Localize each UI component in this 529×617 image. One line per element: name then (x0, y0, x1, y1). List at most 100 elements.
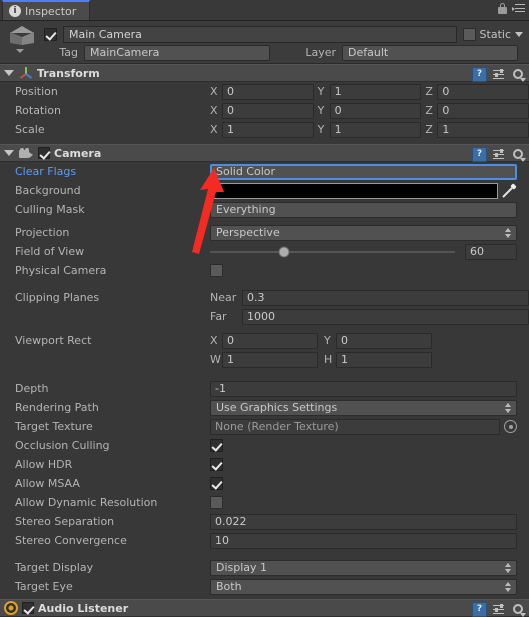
axis-label-y: Y (317, 123, 325, 136)
property-row-depth: Depth -1 (0, 379, 529, 398)
viewport-w-label: W (210, 353, 221, 366)
layer-dropdown[interactable]: Default (342, 44, 518, 61)
property-row-rotation: Rotation X 0 Y 0 Z 0 (0, 101, 529, 120)
audio-listener-enabled-checkbox[interactable] (22, 602, 34, 614)
stereo-convergence-input[interactable]: 10 (210, 532, 517, 549)
target-display-value: Display 1 (216, 561, 268, 574)
position-x-input[interactable]: 0 (222, 83, 314, 100)
axis-label-z: Z (425, 123, 433, 136)
lock-icon[interactable] (498, 3, 507, 14)
inspector-tab-bar: i Inspector (0, 0, 529, 21)
clipping-near-label: Near (210, 291, 237, 304)
camera-enabled-checkbox[interactable] (38, 147, 50, 159)
field-of-view-slider-handle[interactable] (278, 246, 289, 257)
allow-dynamic-resolution-checkbox[interactable] (210, 496, 223, 509)
stereo-separation-input[interactable]: 0.022 (210, 513, 517, 530)
gear-icon[interactable] (512, 603, 526, 617)
preset-icon[interactable] (493, 68, 506, 81)
inspector-panel: i Inspector Main Camera Static Tag MainC… (0, 0, 529, 617)
physical-camera-checkbox[interactable] (210, 264, 223, 277)
clear-flags-dropdown[interactable]: Solid Color (210, 163, 517, 180)
property-row-stereo-separation: Stereo Separation 0.022 (0, 512, 529, 531)
viewport-w-input[interactable]: 1 (222, 351, 318, 368)
static-checkbox[interactable] (462, 27, 476, 41)
rendering-path-dropdown[interactable]: Use Graphics Settings (210, 399, 517, 416)
allow-hdr-checkbox[interactable] (210, 458, 223, 471)
property-label-background: Background (15, 184, 81, 197)
hamburger-menu-icon[interactable] (512, 3, 525, 14)
clipping-far-input[interactable]: 1000 (242, 308, 529, 325)
axis-label-z: Z (425, 85, 433, 98)
property-label-target-texture: Target Texture (15, 420, 93, 433)
clipping-far-label: Far (210, 310, 227, 323)
depth-input[interactable]: -1 (210, 380, 517, 397)
viewport-y-input[interactable]: 0 (336, 332, 432, 349)
property-label-allow-hdr: Allow HDR (15, 458, 73, 471)
rotation-z-input[interactable]: 0 (437, 102, 529, 119)
foldout-camera-icon[interactable] (4, 150, 14, 156)
position-z-input[interactable]: 0 (437, 83, 529, 100)
tag-dropdown[interactable]: MainCamera (84, 44, 270, 61)
viewport-x-input[interactable]: 0 (222, 332, 318, 349)
property-row-clipping-near: Clipping Planes Near 0.3 (0, 288, 529, 307)
component-header-transform[interactable]: Transform ? (0, 64, 529, 82)
axis-label-y: Y (317, 85, 325, 98)
occlusion-culling-checkbox[interactable] (210, 439, 223, 452)
field-of-view-slider[interactable] (210, 246, 460, 257)
gear-icon[interactable] (512, 68, 526, 82)
clipping-near-input[interactable]: 0.3 (242, 289, 529, 306)
background-color-swatch[interactable] (210, 182, 498, 199)
preset-icon[interactable] (493, 148, 506, 161)
property-label-target-display: Target Display (15, 561, 94, 574)
property-row-allow-hdr: Allow HDR (0, 455, 529, 474)
scale-z-input[interactable]: 1 (437, 121, 529, 138)
tag-label: Tag (59, 46, 78, 59)
viewport-h-input[interactable]: 1 (336, 351, 432, 368)
help-icon[interactable]: ? (472, 147, 487, 162)
component-header-audio-listener[interactable]: Audio Listener ? (0, 599, 529, 617)
component-title-transform: Transform (37, 66, 100, 80)
gameobject-enabled-checkbox[interactable] (44, 27, 57, 41)
tab-bar-controls (498, 3, 525, 14)
property-label-position: Position (15, 85, 58, 98)
property-label-rendering-path: Rendering Path (15, 401, 99, 414)
target-display-dropdown[interactable]: Display 1 (210, 559, 517, 576)
viewport-y-label: Y (324, 334, 331, 347)
help-icon[interactable]: ? (472, 67, 487, 82)
projection-dropdown[interactable]: Perspective (210, 224, 517, 241)
viewport-x-label: X (210, 334, 218, 347)
position-y-input[interactable]: 1 (329, 83, 422, 100)
gameobject-header: Main Camera Static Tag MainCamera Layer … (0, 21, 529, 64)
target-eye-dropdown[interactable]: Both (210, 578, 517, 595)
static-control[interactable]: Static (462, 27, 523, 41)
property-label-rotation: Rotation (15, 104, 62, 117)
component-header-camera[interactable]: Camera ? (0, 144, 529, 162)
rotation-x-input[interactable]: 0 (222, 102, 314, 119)
property-row-target-texture: Target Texture None (Render Texture) (0, 417, 529, 436)
help-icon[interactable]: ? (472, 602, 487, 617)
scale-y-input[interactable]: 1 (329, 121, 422, 138)
target-texture-field[interactable]: None (Render Texture) (210, 418, 500, 435)
foldout-transform-icon[interactable] (4, 70, 14, 76)
allow-msaa-checkbox[interactable] (210, 477, 223, 490)
culling-mask-dropdown[interactable]: Everything (210, 201, 517, 218)
tag-layer-row: Tag MainCamera Layer Default (0, 44, 523, 61)
camera-properties: Clear Flags Solid Color Background Culli… (0, 162, 529, 599)
gear-icon[interactable] (512, 148, 526, 162)
gameobject-name-input[interactable]: Main Camera (63, 25, 457, 43)
property-label-clear-flags: Clear Flags (15, 165, 77, 178)
object-picker-icon[interactable] (504, 420, 517, 433)
rendering-path-value: Use Graphics Settings (216, 401, 338, 414)
axis-label-x: X (210, 85, 218, 98)
eyedropper-icon[interactable] (501, 183, 517, 199)
transform-properties: Position X 0 Y 1 Z 0 Rotation X 0 Y 0 Z … (0, 82, 529, 144)
preset-icon[interactable] (493, 603, 506, 616)
scale-x-input[interactable]: 1 (222, 121, 314, 138)
tab-inspector-label: Inspector (25, 4, 77, 18)
rotation-y-input[interactable]: 0 (329, 102, 422, 119)
property-row-viewport-wh: W 1 H 1 (0, 350, 529, 369)
field-of-view-input[interactable]: 60 (465, 243, 517, 260)
property-label-scale: Scale (15, 123, 45, 136)
static-dropdown-icon[interactable] (515, 31, 523, 37)
tab-inspector[interactable]: i Inspector (2, 0, 90, 20)
